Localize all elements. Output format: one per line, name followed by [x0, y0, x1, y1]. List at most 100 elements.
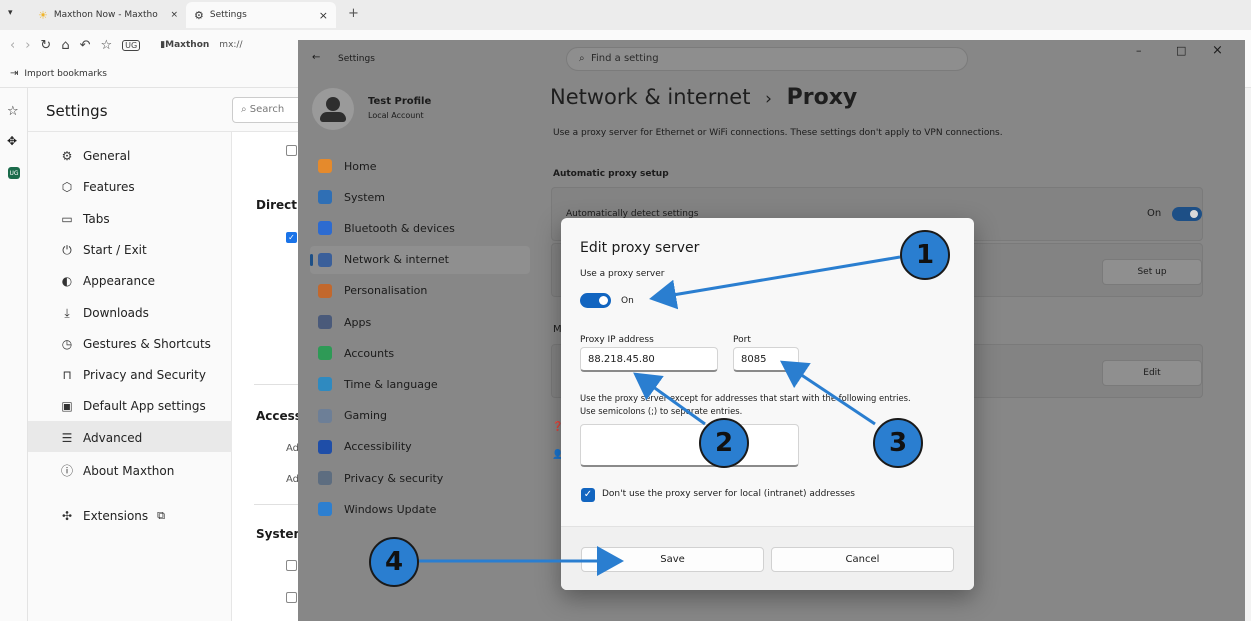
mx-sidebar-item-features[interactable]: ⬡ Features: [60, 180, 135, 194]
divider: [254, 504, 304, 505]
auto-detect-toggle[interactable]: [1172, 207, 1202, 221]
back-icon[interactable]: ←: [312, 52, 320, 63]
breadcrumb-parent[interactable]: Network & internet: [550, 85, 750, 109]
win-nav-item-accessibility[interactable]: Accessibility: [318, 433, 528, 461]
win-nav-item-accounts[interactable]: Accounts: [318, 339, 528, 367]
mx-settings-main: Direct ✓ Access Ad Ad System: [232, 132, 306, 621]
nav-icon: [318, 346, 332, 361]
browser-tab-maxthon-now[interactable]: ☀ Maxthon Now - Maxtho ×: [30, 2, 186, 28]
nav-icon: [318, 471, 332, 485]
win-nav-item-apps[interactable]: Apps: [318, 308, 528, 336]
profile-account-type: Local Account: [368, 111, 424, 120]
gear-icon: ⚙: [194, 8, 204, 22]
port-input[interactable]: 8085: [733, 347, 799, 372]
setup-button[interactable]: Set up: [1102, 259, 1202, 285]
mx-extensions-link[interactable]: ✣ Extensions ⧉: [60, 509, 165, 523]
divider: [254, 384, 304, 385]
mx-sidebar-item-advanced[interactable]: ☰ Advanced: [60, 431, 143, 445]
win-nav-item-home[interactable]: Home: [318, 152, 528, 180]
win-nav-item-time-language[interactable]: Time & language: [318, 370, 528, 398]
win-nav-item-gaming[interactable]: Gaming: [318, 402, 528, 430]
favorite-star-icon[interactable]: ☆: [100, 38, 112, 53]
annotation-badge-4: 4: [369, 537, 419, 587]
reload-icon[interactable]: ↻: [40, 38, 51, 53]
mx-sidebar-item-privacy-and-security[interactable]: ⊓ Privacy and Security: [60, 368, 206, 382]
save-button[interactable]: Save: [581, 547, 764, 572]
annotation-badge-2: 2: [699, 418, 749, 468]
palette-icon: ◐: [61, 274, 73, 289]
checkbox[interactable]: [286, 560, 297, 571]
maximize-button[interactable]: □: [1176, 44, 1186, 57]
app-icon: ▣: [61, 399, 73, 414]
favorites-icon[interactable]: ☆: [7, 104, 19, 119]
nav-icon: [318, 408, 332, 423]
mx-sidebar-item-appearance[interactable]: ◐ Appearance: [60, 274, 155, 288]
extensions-strip-icon[interactable]: ✥: [7, 134, 17, 148]
checkbox[interactable]: [286, 592, 297, 603]
edit-button[interactable]: Edit: [1102, 360, 1202, 386]
tab-close-icon[interactable]: ×: [319, 9, 328, 22]
nav-icon: [318, 439, 332, 454]
section-heading-direct: Direct: [256, 198, 297, 212]
win-nav-item-privacy-security[interactable]: Privacy & security: [318, 464, 528, 492]
exceptions-input[interactable]: [580, 424, 799, 467]
mx-sidebar-item-tabs[interactable]: ▭ Tabs: [60, 211, 109, 226]
annotation-badge-3: 3: [873, 418, 923, 468]
search-icon: ⌕: [579, 53, 585, 64]
undo-icon[interactable]: ↶: [80, 38, 91, 53]
import-icon: ⇥: [10, 68, 19, 79]
open-external-icon: ⧉: [157, 509, 166, 522]
selected-indicator: [310, 253, 313, 266]
back-icon[interactable]: ‹: [10, 38, 15, 53]
import-bookmarks-link[interactable]: Import bookmarks: [24, 69, 107, 79]
find-setting-input[interactable]: ⌕ Find a setting: [566, 47, 968, 71]
breadcrumb-current: Proxy: [786, 85, 858, 110]
mx-settings-header: Settings ⌕ Search: [28, 88, 322, 132]
checkbox[interactable]: [286, 145, 297, 156]
use-proxy-toggle[interactable]: [580, 293, 611, 308]
nav-icon: [318, 283, 332, 298]
tab-list-dropdown-icon[interactable]: ▾: [8, 8, 13, 18]
profile-name: Test Profile: [368, 96, 432, 107]
cancel-button[interactable]: Cancel: [771, 547, 954, 572]
tab-close-icon[interactable]: ×: [170, 10, 178, 20]
auto-proxy-heading: Automatic proxy setup: [553, 169, 669, 179]
ug-strip-icon[interactable]: UG: [8, 167, 20, 179]
info-icon: ⓘ: [60, 464, 73, 478]
win-nav-item-network-internet[interactable]: Network & internet: [310, 245, 530, 274]
mx-sidebar-item-gestures-shortcuts[interactable]: ◷ Gestures & Shortcuts: [60, 337, 211, 351]
auto-detect-state: On: [1147, 208, 1162, 219]
mx-sidebar-item-about-maxthon[interactable]: ⓘ About Maxthon: [60, 462, 174, 479]
win-nav-item-windows-update[interactable]: Windows Update: [318, 495, 528, 523]
use-proxy-label: Use a proxy server: [580, 269, 665, 279]
minimize-button[interactable]: –: [1136, 44, 1142, 57]
new-tab-button[interactable]: +: [348, 6, 359, 21]
tab-label: Maxthon Now - Maxtho: [53, 10, 158, 20]
mx-settings-sidebar: [28, 88, 232, 621]
search-icon: ⌕: [241, 104, 247, 115]
mx-sidebar-item-downloads[interactable]: ⤓ Downloads: [60, 306, 149, 321]
page-title: Settings: [46, 102, 108, 120]
proxy-ip-input[interactable]: 88.218.45.80: [580, 347, 718, 372]
win-nav-item-bluetooth-devices[interactable]: Bluetooth & devices: [318, 214, 528, 242]
forward-icon[interactable]: ›: [25, 38, 30, 53]
nav-icon: [318, 221, 332, 236]
shield-icon: ⬡: [61, 180, 73, 195]
nav-icon: [318, 252, 332, 267]
tab-icon: ▭: [61, 211, 73, 226]
mx-sidebar-item-general[interactable]: ⚙ General: [60, 149, 131, 163]
win-nav-item-system[interactable]: System: [318, 183, 528, 211]
home-icon[interactable]: ⌂: [61, 38, 69, 53]
tab-label: Settings: [209, 10, 247, 20]
local-addresses-label: Don't use the proxy server for local (in…: [602, 489, 855, 499]
win-nav-item-personalisation[interactable]: Personalisation: [318, 277, 528, 305]
close-button[interactable]: ×: [1212, 43, 1223, 58]
checkbox-checked[interactable]: ✓: [286, 232, 297, 243]
exceptions-label: Use the proxy server except for addresse…: [580, 393, 911, 416]
local-addresses-checkbox[interactable]: ✓: [581, 488, 595, 502]
ug-icon[interactable]: UG: [122, 39, 141, 51]
mx-sidebar-item-start-exit[interactable]: ⏻ Start / Exit: [60, 243, 146, 258]
browser-tab-settings[interactable]: ⚙ Settings ×: [186, 2, 336, 28]
address-bar[interactable]: mx://: [219, 40, 242, 50]
mx-sidebar-item-default-app-settings[interactable]: ▣ Default App settings: [60, 399, 205, 414]
